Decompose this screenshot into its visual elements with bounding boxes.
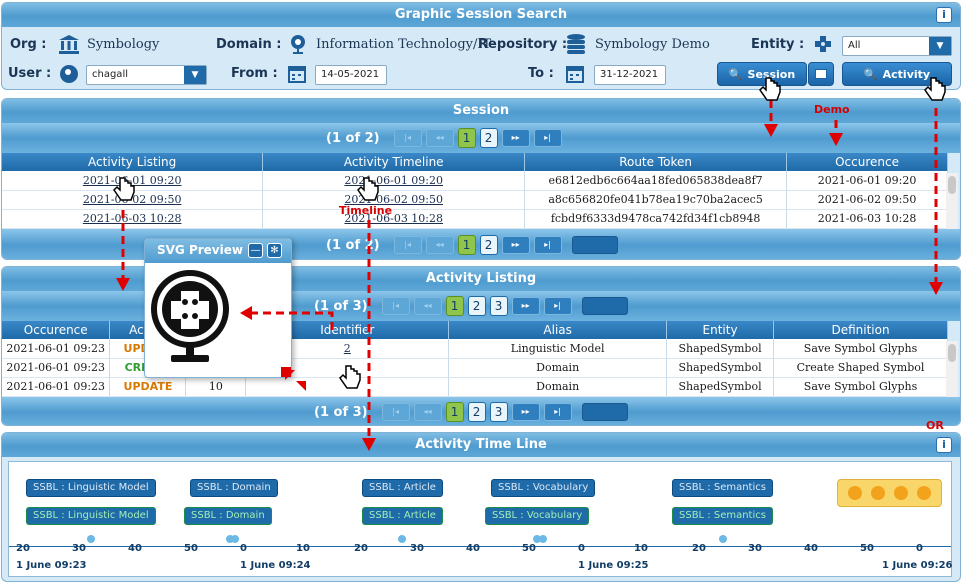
annotation-overlay <box>116 100 943 451</box>
hand-cursor-icon <box>339 365 361 389</box>
demo-annotation: Demo <box>814 103 850 116</box>
hand-cursor-icon <box>357 177 379 201</box>
hand-cursor-icon <box>759 77 781 101</box>
hand-cursor-icon <box>924 77 946 101</box>
or-annotation: OR <box>926 419 944 432</box>
timeline-annotation: Timeline <box>339 204 393 217</box>
hand-cursor-icon <box>113 177 135 201</box>
